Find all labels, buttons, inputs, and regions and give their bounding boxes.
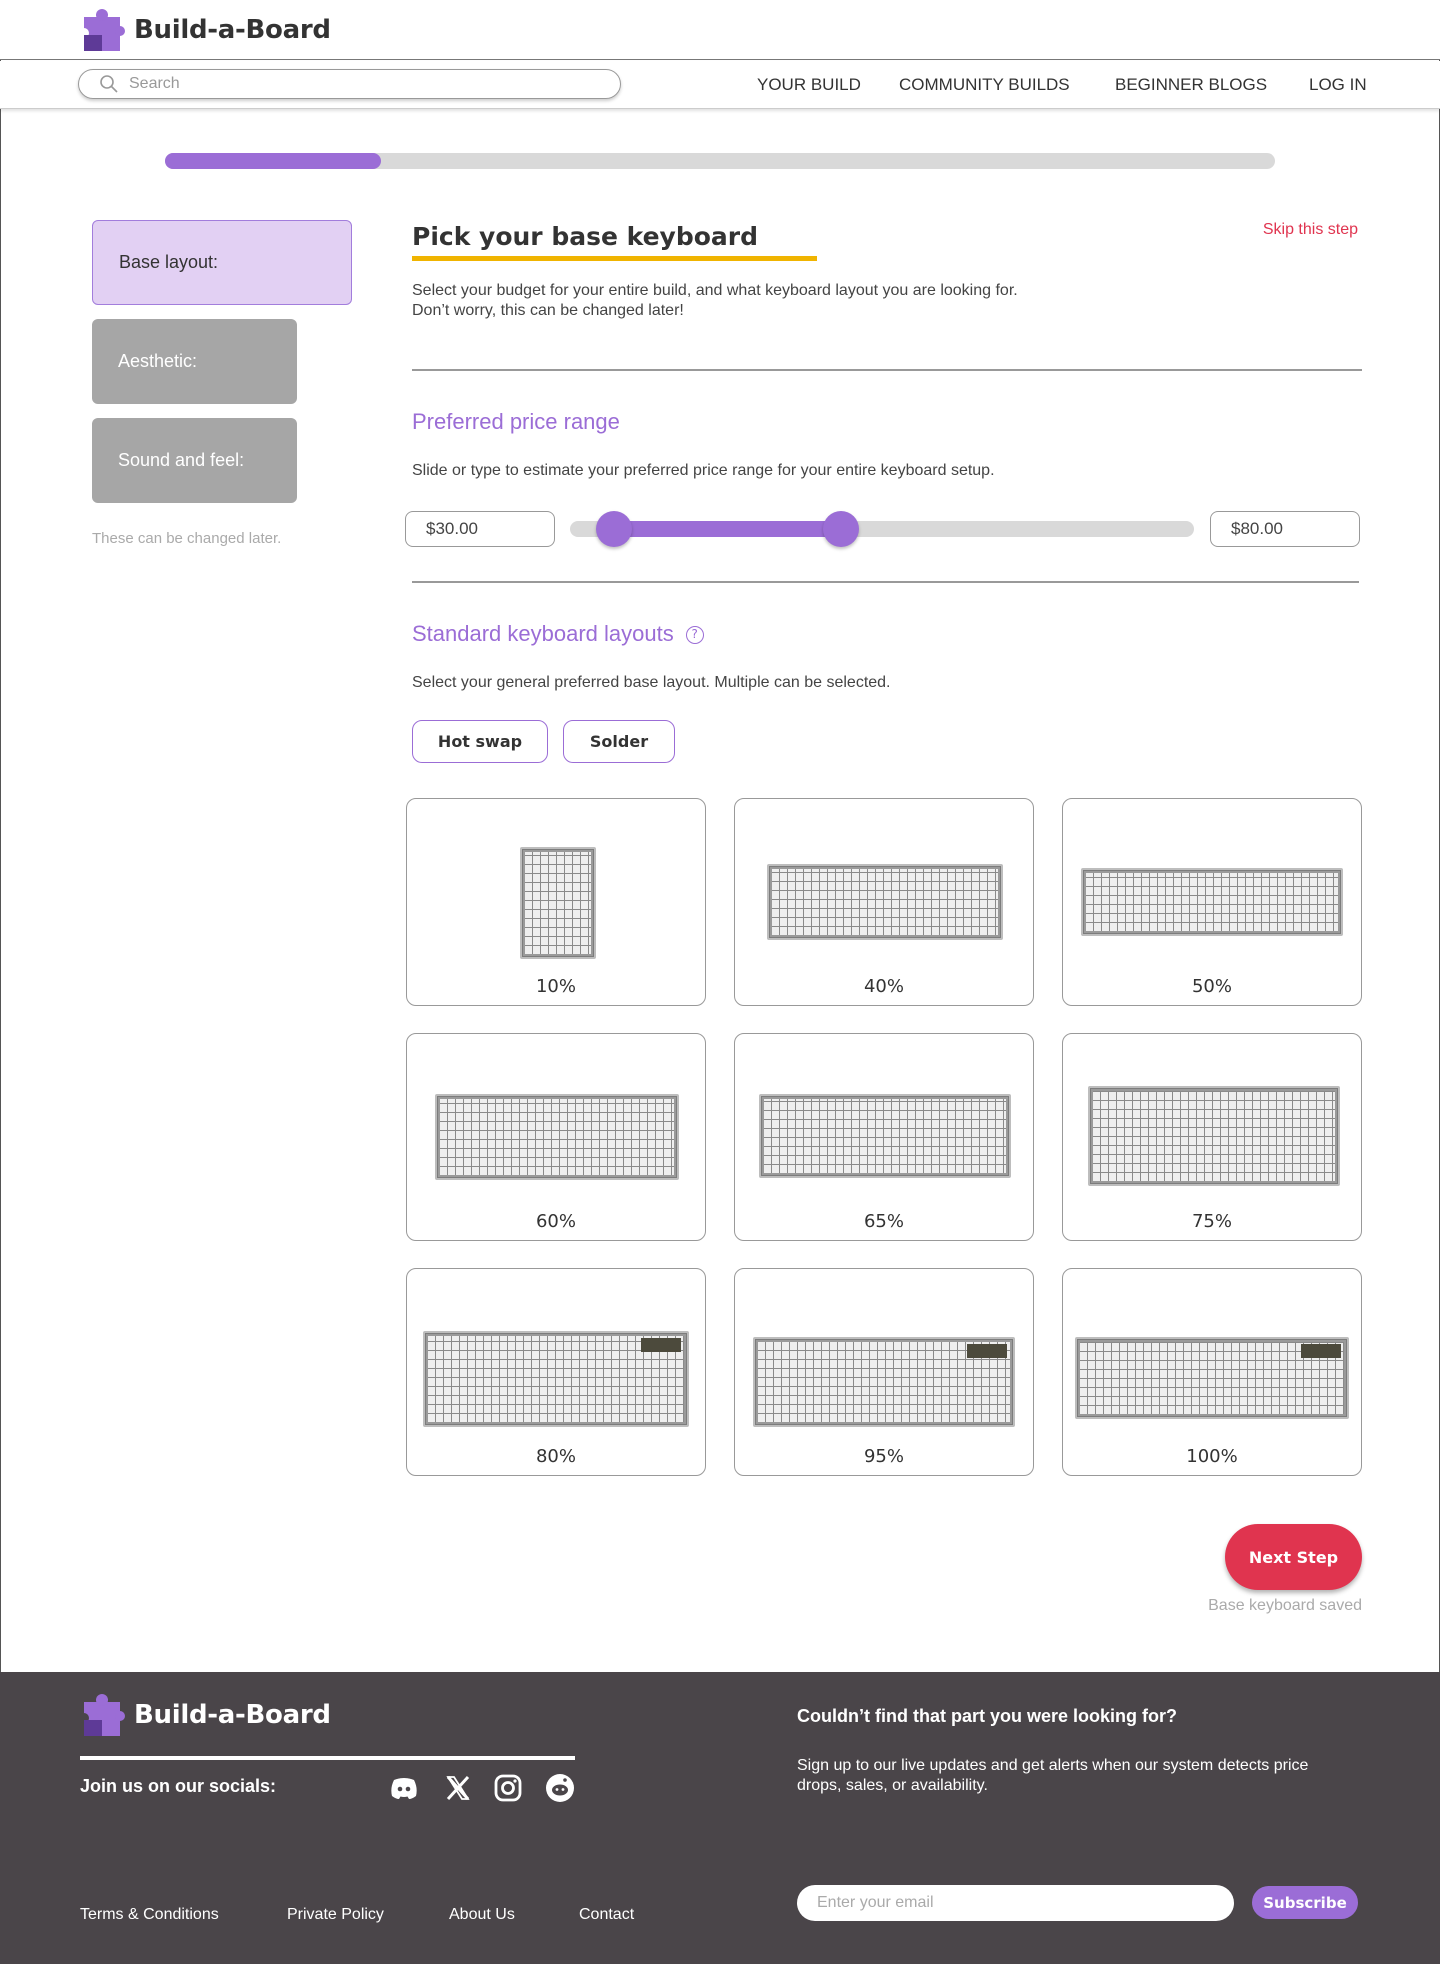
footer-divider [80,1756,575,1760]
instagram-icon[interactable] [492,1772,524,1804]
layout-card-label: 75% [1191,1211,1232,1232]
footer-text: Sign up to our live updates and get aler… [797,1757,1309,1794]
footer: Build-a-Board Join us on our socials: Co… [0,1672,1440,1964]
discord-icon[interactable] [388,1772,420,1804]
page-description-line2: Don’t worry, this can be changed later! [412,302,684,319]
logo[interactable]: Build-a-Board [80,7,331,53]
keyboard-image [435,1094,679,1180]
layout-card-65[interactable]: 65% [734,1033,1034,1241]
footer-link-contact[interactable]: Contact [579,1906,634,1924]
logo-text: Build-a-Board [134,15,331,45]
nav-log-in[interactable]: LOG IN [1309,75,1367,95]
hot-swap-toggle[interactable]: Hot swap [412,720,548,763]
x-icon[interactable] [442,1772,474,1804]
keyboard-image [767,864,1003,940]
footer-heading: Couldn’t find that part you were looking… [797,1706,1177,1726]
max-price-input[interactable]: $80.00 [1210,511,1360,547]
footer-link-terms[interactable]: Terms & Conditions [80,1906,219,1924]
solder-toggle[interactable]: Solder [563,720,675,763]
next-step-button[interactable]: Next Step [1225,1524,1362,1590]
email-field[interactable] [797,1885,1234,1921]
price-slider-min-handle[interactable] [595,511,632,547]
skip-step-link[interactable]: Skip this step [1263,221,1358,239]
puzzle-logo-icon [80,1694,125,1736]
layout-card-label: 10% [535,976,576,997]
step-sound-and-feel[interactable]: Sound and feel: [92,418,297,503]
layout-card-50[interactable]: 50% [1062,798,1362,1006]
min-price-input[interactable]: $30.00 [405,511,555,547]
page-title: Pick your base keyboard [412,222,759,251]
puzzle-logo-icon [80,9,125,51]
layout-card-label: 95% [863,1446,904,1467]
sidebar-note: These can be changed later. [92,530,282,547]
price-slider-fill [613,521,842,537]
nav-community-builds[interactable]: COMMUNITY BUILDS [899,75,1070,95]
keyboard-image [423,1331,689,1427]
layout-card-label: 80% [535,1446,576,1467]
layout-card-80[interactable]: 80% [406,1268,706,1476]
question-circle-icon[interactable]: ? [685,626,704,644]
footer-logo-text: Build-a-Board [134,1700,331,1730]
layout-card-100[interactable]: 100% [1062,1268,1362,1476]
keyboard-image [759,1094,1011,1178]
keyboard-image [520,847,596,959]
search-icon [100,75,118,93]
layout-card-label: 100% [1186,1446,1238,1467]
divider [412,369,1362,371]
layout-card-label: 40% [863,976,904,997]
search-input[interactable] [129,75,569,93]
layouts-heading: Standard keyboard layouts? [412,621,704,647]
layouts-heading-text: Standard keyboard layouts [412,621,674,646]
divider [412,581,1359,583]
search-bar[interactable] [78,69,621,99]
price-slider[interactable] [570,511,1194,547]
layout-card-label: 50% [1191,976,1232,997]
price-range-description: Slide or type to estimate your preferred… [412,462,995,479]
keyboard-image [1081,868,1343,936]
keyboard-image [753,1337,1015,1427]
subscribe-button[interactable]: Subscribe [1252,1886,1358,1919]
layouts-description: Select your general preferred base layou… [412,674,891,691]
nav-bar: YOUR BUILD COMMUNITY BUILDS BEGINNER BLO… [0,61,1440,109]
keyboard-image [1075,1337,1349,1419]
layout-card-label: 65% [863,1211,904,1232]
step-base-layout[interactable]: Base layout: [92,220,352,305]
progress-bar [165,153,1275,169]
footer-link-privacy[interactable]: Private Policy [287,1906,384,1924]
price-range-heading: Preferred price range [412,409,620,434]
layout-card-label: 60% [535,1211,576,1232]
nav-your-build[interactable]: YOUR BUILD [757,75,861,95]
top-bar: Build-a-Board [0,0,1440,60]
nav-beginner-blogs[interactable]: BEGINNER BLOGS [1115,75,1267,95]
footer-link-about[interactable]: About Us [449,1906,515,1924]
step-aesthetic[interactable]: Aesthetic: [92,319,297,404]
page-description-line1: Select your budget for your entire build… [412,282,1018,299]
layout-card-75[interactable]: 75% [1062,1033,1362,1241]
progress-fill [165,153,382,169]
layout-card-10[interactable]: 10% [406,798,706,1006]
layout-card-40[interactable]: 40% [734,798,1034,1006]
keyboard-image [1088,1086,1340,1186]
socials-label: Join us on our socials: [80,1776,277,1796]
reddit-icon[interactable] [544,1772,576,1804]
footer-logo[interactable]: Build-a-Board [80,1692,331,1738]
saved-status: Base keyboard saved [1208,1597,1362,1614]
layout-card-60[interactable]: 60% [406,1033,706,1241]
title-underline [412,256,817,261]
layout-card-95[interactable]: 95% [734,1268,1034,1476]
